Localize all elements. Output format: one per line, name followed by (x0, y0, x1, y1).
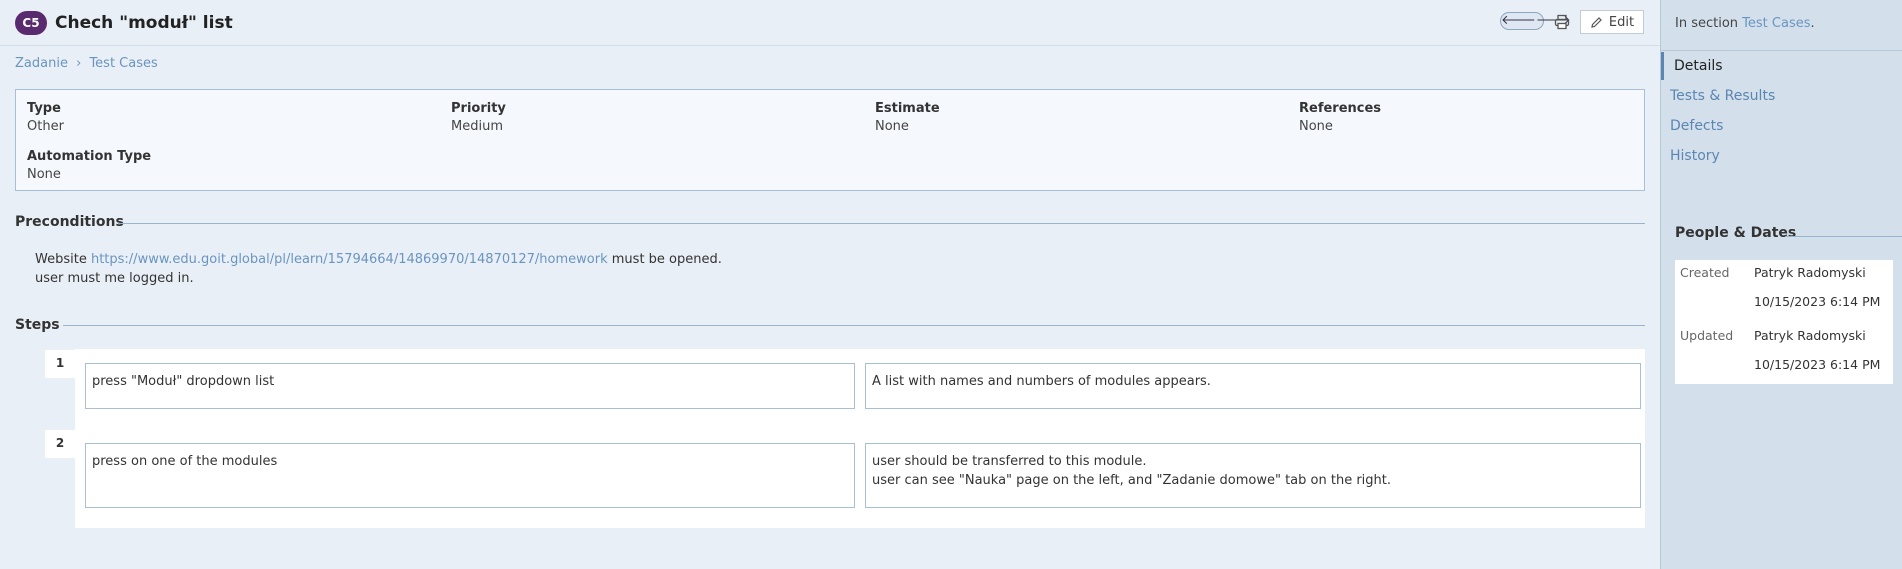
field-priority: Priority Medium (451, 101, 506, 134)
edit-button-label: Edit (1608, 14, 1635, 30)
step-expected-result: user should be transferred to this modul… (865, 443, 1641, 508)
step-action: press "Moduł" dropdown list (85, 363, 855, 409)
field-estimate: Estimate None (875, 101, 940, 134)
section-divider (1785, 236, 1902, 237)
edit-button[interactable]: Edit (1580, 10, 1644, 34)
field-value: None (875, 119, 909, 134)
step-expected-text: A list with names and numbers of modules… (872, 374, 1211, 389)
preconditions-heading: Preconditions (15, 214, 124, 230)
field-automation-type: Automation Type None (27, 149, 151, 182)
page-title: Chech "moduł" list (55, 13, 233, 33)
preconditions-line-1: Website https://www.edu.goit.global/pl/l… (35, 250, 722, 269)
people-dates-heading: People & Dates (1675, 225, 1797, 241)
step-expected-result: A list with names and numbers of modules… (865, 363, 1641, 409)
case-id-badge: C5 (15, 11, 47, 35)
field-label: Automation Type (27, 149, 152, 164)
steps-heading: Steps (15, 317, 60, 333)
step-number: 2 (45, 430, 75, 458)
breadcrumb: Zadanie › Test Cases (15, 56, 158, 71)
in-section-suffix: . (1810, 16, 1815, 31)
tab-tests-results[interactable]: Tests & Results (1661, 82, 1902, 110)
website-prefix: Website (35, 252, 87, 267)
precondition-suffix: must be opened. (611, 252, 722, 267)
step-action: press on one of the modules (85, 443, 855, 508)
tab-details[interactable]: Details (1661, 52, 1902, 80)
field-label: Type (27, 101, 61, 116)
field-value: Other (27, 119, 64, 134)
case-navigation: 🡐 🡒 (1500, 12, 1571, 30)
breadcrumb-parent-link[interactable]: Zadanie (15, 56, 68, 71)
field-label: References (1299, 101, 1382, 116)
previous-case-icon[interactable]: 🡐 (1501, 13, 1536, 29)
pencil-icon (1591, 16, 1602, 28)
step-number: 1 (45, 350, 75, 378)
preconditions-text: Website https://www.edu.goit.global/pl/l… (35, 250, 722, 288)
main-content: C5 Chech "moduł" list 🡐 🡒 Edit Zadanie ›… (0, 0, 1660, 569)
case-header: C5 Chech "moduł" list 🡐 🡒 Edit (0, 0, 1660, 46)
field-value: None (1299, 119, 1333, 134)
created-label: Created (1680, 265, 1730, 280)
step-action-text: press "Moduł" dropdown list (92, 374, 275, 389)
field-label: Estimate (875, 101, 940, 116)
step-action-text: press on one of the modules (92, 454, 278, 469)
updated-label: Updated (1680, 328, 1734, 343)
section-link[interactable]: Test Cases (1742, 16, 1810, 31)
field-value: Medium (451, 119, 503, 134)
section-divider (118, 223, 1645, 224)
updated-at: 10/15/2023 6:14 PM (1754, 357, 1881, 372)
created-by: Patryk Radomyski (1754, 265, 1866, 280)
people-dates-panel: Created Patryk Radomyski 10/15/2023 6:14… (1675, 260, 1893, 384)
section-divider (63, 325, 1645, 326)
breadcrumb-current-link[interactable]: Test Cases (89, 56, 157, 71)
tab-defects[interactable]: Defects (1661, 112, 1902, 140)
in-section-prefix: In section (1675, 16, 1739, 31)
in-section-info: In section Test Cases. (1675, 16, 1815, 31)
right-sidebar: In section Test Cases. Details Tests & R… (1660, 0, 1902, 569)
printer-icon (1554, 14, 1570, 30)
step-expected-text: user should be transferred to this modul… (872, 454, 1147, 469)
homework-url-link[interactable]: https://www.edu.goit.global/pl/learn/157… (91, 252, 608, 267)
created-at: 10/15/2023 6:14 PM (1754, 294, 1881, 309)
field-label: Priority (451, 101, 506, 116)
print-button[interactable] (1552, 12, 1572, 32)
field-value: None (27, 167, 61, 182)
case-fields-panel: Type Other Priority Medium Estimate None… (15, 89, 1645, 191)
field-type: Type Other (27, 101, 64, 134)
breadcrumb-separator: › (76, 56, 82, 71)
tab-history[interactable]: History (1661, 142, 1902, 170)
preconditions-line-2: user must me logged in. (35, 271, 194, 286)
updated-by: Patryk Radomyski (1754, 328, 1866, 343)
field-references: References None (1299, 101, 1381, 134)
step-expected-text: user can see "Nauka" page on the left, a… (872, 473, 1391, 488)
sidebar-divider (1661, 50, 1902, 51)
